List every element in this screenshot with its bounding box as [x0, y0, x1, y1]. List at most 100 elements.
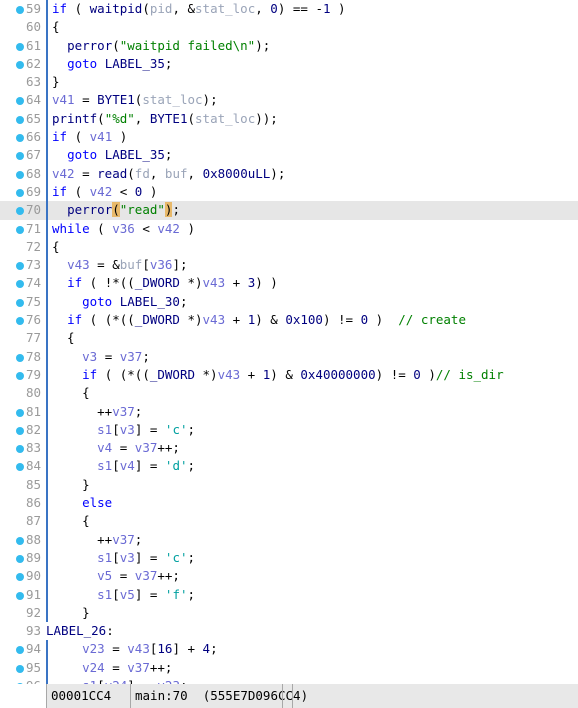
- code-line[interactable]: 65 printf("%d", BYTE1(stat_loc));: [0, 109, 578, 129]
- code-token: +: [240, 366, 263, 382]
- code-token: _DWORD: [149, 366, 195, 382]
- code-token: ,: [187, 165, 203, 181]
- code-token: (: [127, 165, 135, 181]
- code-token: LABEL_30: [119, 293, 180, 309]
- code-token: v43: [127, 641, 150, 657]
- gutter-divider: [46, 292, 48, 312]
- code-token: (: [97, 110, 105, 126]
- code-line[interactable]: 62 goto LABEL_35;: [0, 54, 578, 74]
- code-token: ++: [52, 531, 113, 547]
- gutter-divider: [46, 54, 48, 74]
- code-token: , &: [172, 1, 196, 16]
- code-line[interactable]: 80 {: [0, 384, 578, 403]
- gutter-divider: [46, 109, 48, 129]
- line-number: 79: [25, 366, 41, 382]
- code-line-text: }: [52, 604, 90, 622]
- code-line[interactable]: 73 v43 = &buf[v36];: [0, 256, 578, 275]
- line-number: 75: [25, 293, 41, 309]
- code-line[interactable]: 83 v4 = v37++;: [0, 439, 578, 458]
- code-token: ) ): [255, 275, 278, 291]
- code-line[interactable]: 90 v5 = v37++;: [0, 567, 578, 586]
- code-token: if: [67, 275, 90, 291]
- gutter-divider: [46, 182, 48, 202]
- code-line[interactable]: 77 {: [0, 329, 578, 348]
- code-line[interactable]: 89 s1[v3] = 'c';: [0, 548, 578, 568]
- line-number: 82: [25, 421, 41, 437]
- gutter-divider: [46, 365, 48, 385]
- code-token: ( (*((: [89, 312, 135, 328]
- code-line[interactable]: 68 v42 = read(fd, buf, 0x8000uLL);: [0, 164, 578, 183]
- code-line[interactable]: 75 goto LABEL_30;: [0, 292, 578, 312]
- code-line[interactable]: 82 s1[v3] = 'c';: [0, 420, 578, 440]
- code-token: ;: [164, 55, 173, 71]
- code-line-text: s1[v5] = 'f';: [52, 586, 195, 604]
- gutter-divider: [46, 128, 48, 147]
- code-line[interactable]: 61 perror("waitpid failed\n");: [0, 36, 578, 55]
- code-line[interactable]: 59 if ( waitpid(pid, &stat_loc, 0) == -1 …: [0, 0, 578, 19]
- code-token: =: [112, 440, 135, 456]
- code-token: v43: [202, 275, 226, 291]
- code-token: 'c': [164, 421, 188, 437]
- code-line[interactable]: 66 if ( v41 ): [0, 128, 578, 147]
- code-line[interactable]: 93 LABEL_26:: [0, 622, 578, 640]
- code-token: 0: [270, 1, 278, 16]
- code-line[interactable]: 81 ++v37;: [0, 402, 578, 421]
- code-line[interactable]: 64 v41 = BYTE1(stat_loc);: [0, 91, 578, 110]
- line-number: 71: [25, 220, 41, 236]
- line-number: 92: [25, 604, 41, 620]
- code-token: ;: [134, 403, 143, 419]
- code-line[interactable]: 85 }: [0, 475, 578, 495]
- code-line[interactable]: 84 s1[v4] = 'd';: [0, 457, 578, 476]
- code-line-text: LABEL_26:: [46, 622, 114, 640]
- code-line-text: {: [52, 512, 90, 530]
- code-line[interactable]: 78 v3 = v37;: [0, 347, 578, 366]
- code-token: =: [104, 641, 128, 657]
- code-token: v3: [119, 549, 135, 565]
- code-token: 4: [202, 641, 211, 657]
- code-token: {: [52, 238, 60, 254]
- code-token: ): [179, 220, 196, 236]
- code-listing[interactable]: 59 if ( waitpid(pid, &stat_loc, 0) == -1 …: [0, 0, 578, 684]
- code-token: ): [420, 366, 436, 382]
- code-line[interactable]: 71 while ( v36 < v42 ): [0, 219, 578, 238]
- code-line[interactable]: 92 }: [0, 603, 578, 623]
- code-line[interactable]: 72 {: [0, 237, 578, 257]
- code-line[interactable]: 76 if ( (*((_DWORD *)v43 + 1) & 0x100) !…: [0, 311, 578, 330]
- code-token: 16: [157, 641, 173, 657]
- code-line-text: perror("read");: [52, 201, 180, 219]
- code-line[interactable]: 74 if ( !*((_DWORD *)v43 + 3) ): [0, 274, 578, 293]
- code-line[interactable]: 96 s1[v24] = v23;: [0, 676, 578, 684]
- code-line[interactable]: 91 s1[v5] = 'f';: [0, 585, 578, 604]
- gutter-divider: [46, 585, 48, 604]
- code-token: {: [52, 513, 90, 529]
- code-line[interactable]: 70 perror("read");: [0, 201, 578, 220]
- code-line[interactable]: 88 ++v37;: [0, 530, 578, 549]
- code-line[interactable]: 67 goto LABEL_35;: [0, 146, 578, 165]
- code-token: v43: [67, 257, 90, 273]
- line-number: 60: [25, 19, 41, 35]
- code-token: ( !*((: [89, 275, 135, 291]
- line-number: 83: [25, 440, 41, 456]
- code-line-text: while ( v36 < v42 ): [52, 220, 195, 238]
- status-bar: 00001CC4 main:70 (555E7D096CC4): [0, 684, 578, 708]
- code-line[interactable]: 87 {: [0, 512, 578, 531]
- code-line-text: ++v37;: [52, 403, 142, 421]
- code-line[interactable]: 94 v23 = v43[16] + 4;: [0, 640, 578, 659]
- code-token: (: [112, 37, 120, 53]
- code-token: else: [52, 495, 113, 511]
- code-line[interactable]: 95 v24 = v37++;: [0, 658, 578, 677]
- code-line[interactable]: 79 if ( (*((_DWORD *)v43 + 1) & 0x400000…: [0, 365, 578, 385]
- code-line[interactable]: 86 else: [0, 494, 578, 513]
- code-token: LABEL_35: [104, 55, 165, 71]
- code-line[interactable]: 69 if ( v42 < 0 ): [0, 182, 578, 202]
- code-line[interactable]: 63}: [0, 73, 578, 92]
- code-line-text: v24 = v37++;: [52, 659, 172, 677]
- code-line[interactable]: 60 {: [0, 18, 578, 37]
- code-token: if: [52, 1, 75, 16]
- code-token: :: [106, 623, 114, 639]
- code-token: goto: [67, 55, 98, 71]
